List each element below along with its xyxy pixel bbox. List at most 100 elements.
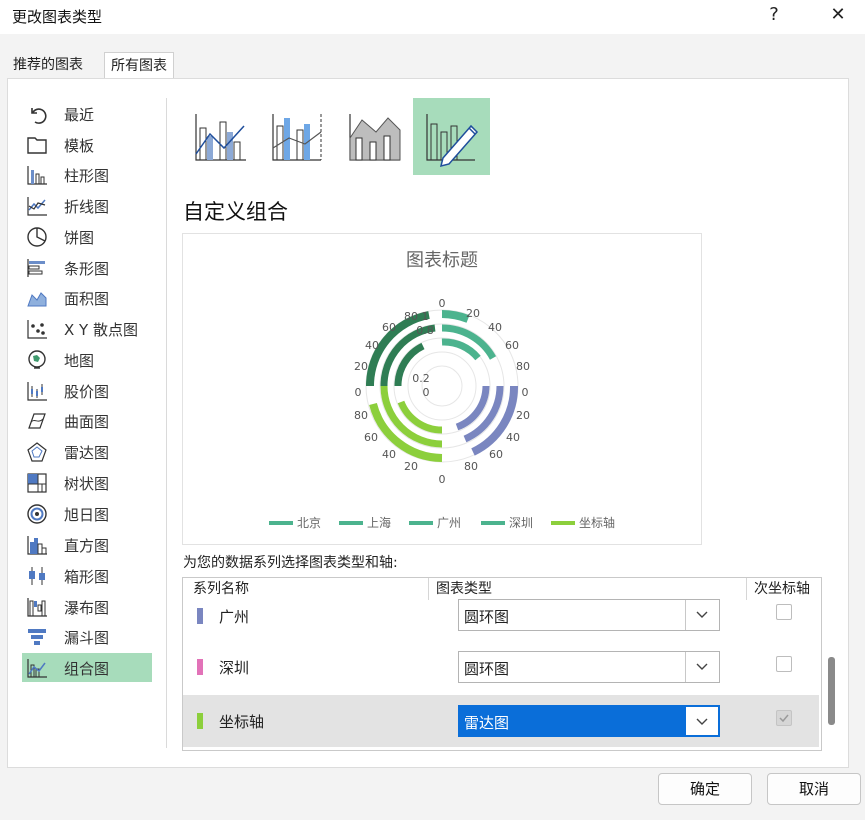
series-row-guangzhou[interactable]: 广州 圆环图 xyxy=(183,588,819,640)
category-bar[interactable]: 条形图 xyxy=(22,253,152,282)
category-box-whisker[interactable]: 箱形图 xyxy=(22,561,152,590)
chevron-down-icon[interactable] xyxy=(685,652,719,682)
category-label: 瀑布图 xyxy=(64,599,110,617)
category-radar[interactable]: 雷达图 xyxy=(22,437,152,466)
category-surface[interactable]: 曲面图 xyxy=(22,406,152,435)
clustered-column-line-icon xyxy=(195,114,246,161)
custom-combination-icon xyxy=(426,114,479,168)
radar-chart-icon xyxy=(27,442,47,462)
category-area[interactable]: 面积图 xyxy=(22,283,152,312)
chart-preview: 图表标题 0 20 40 60 80 0 20 40 60 80 0 20 40… xyxy=(182,233,702,545)
subtype-column-line-secondary[interactable] xyxy=(259,98,336,175)
chart-type-dropdown[interactable]: 圆环图 xyxy=(458,651,720,683)
category-label: 雷达图 xyxy=(64,444,110,462)
tick-label: 20 xyxy=(404,460,418,473)
series-name: 广州 xyxy=(219,608,250,626)
secondary-axis-checkbox[interactable] xyxy=(776,656,792,672)
category-templates[interactable]: 模板 xyxy=(22,130,152,159)
stock-chart-icon xyxy=(27,382,47,401)
help-button[interactable]: ? xyxy=(762,4,786,25)
legend-label: 上海 xyxy=(367,516,392,530)
checkmark-icon xyxy=(779,714,789,723)
subtype-clustered-column-line[interactable] xyxy=(182,98,259,175)
treemap-chart-icon xyxy=(27,473,47,493)
secondary-axis-checkbox[interactable] xyxy=(776,710,792,726)
dialog-title: 更改图表类型 xyxy=(12,8,103,26)
map-chart-icon xyxy=(28,350,46,369)
chevron-down-icon[interactable] xyxy=(685,706,719,736)
category-pie[interactable]: 饼图 xyxy=(22,222,152,251)
category-label: 饼图 xyxy=(64,229,95,247)
tick-label: 80 xyxy=(354,409,368,422)
category-sunburst[interactable]: 旭日图 xyxy=(22,499,152,528)
tick-label: 60 xyxy=(489,448,503,461)
legend-swatch xyxy=(481,521,505,525)
bar-chart-icon xyxy=(27,259,45,277)
category-histogram[interactable]: 直方图 xyxy=(22,530,152,559)
category-treemap[interactable]: 树状图 xyxy=(22,468,152,497)
category-stock[interactable]: 股价图 xyxy=(22,376,152,405)
scatter-chart-icon xyxy=(27,320,47,339)
tick-label: 80 xyxy=(516,360,530,373)
chart-legend: 北京 上海 广州 深圳 坐标轴 xyxy=(269,513,619,531)
ok-button[interactable]: 确定 xyxy=(658,773,752,805)
category-label: 模板 xyxy=(64,137,95,155)
chevron-down-icon[interactable] xyxy=(685,600,719,630)
series-color-swatch xyxy=(197,713,203,729)
category-column[interactable]: 柱形图 xyxy=(22,160,152,189)
chart-type-dropdown[interactable]: 雷达图 xyxy=(458,705,720,737)
surface-chart-icon xyxy=(28,413,46,429)
radar-axis-label: 0 xyxy=(423,386,430,399)
donut-segment-beijing-3 xyxy=(441,338,481,361)
section-title: 自定义组合 xyxy=(183,200,288,224)
category-label: 折线图 xyxy=(64,198,110,216)
category-map[interactable]: 地图 xyxy=(22,345,152,374)
category-label: 组合图 xyxy=(64,660,110,678)
legend-label: 坐标轴 xyxy=(579,516,616,530)
category-scatter[interactable]: X Y 散点图 xyxy=(22,314,152,343)
category-recent[interactable]: 最近 xyxy=(22,99,152,128)
chart-type-dropdown[interactable]: 圆环图 xyxy=(458,599,720,631)
cancel-button[interactable]: 取消 xyxy=(767,773,861,805)
tick-label: 0 xyxy=(355,386,362,399)
close-button[interactable]: ✕ xyxy=(826,4,850,25)
category-label: 最近 xyxy=(64,106,95,124)
radar-axis-label: 0.8 xyxy=(416,324,434,337)
tab-all-charts[interactable]: 所有图表 xyxy=(104,52,174,80)
tick-label: 0 xyxy=(439,297,446,310)
category-label: 柱形图 xyxy=(64,167,110,185)
legend-swatch xyxy=(409,521,433,525)
series-grid-scrollbar[interactable] xyxy=(828,657,835,725)
tick-label: 40 xyxy=(506,431,520,444)
category-label: X Y 散点图 xyxy=(64,321,138,339)
series-grid: 系列名称 图表类型 次坐标轴 广州 圆环图 深圳 圆环图 坐标轴 雷达图 xyxy=(182,577,822,751)
radar-axis-label: 1 xyxy=(422,310,429,323)
category-combo[interactable]: 组合图 xyxy=(22,653,152,682)
subtype-custom-combination[interactable] xyxy=(413,98,490,175)
tab-recommended-charts[interactable]: 推荐的图表 xyxy=(7,52,89,78)
radar-axis-label: 0.2 xyxy=(412,372,430,385)
category-funnel[interactable]: 漏斗图 xyxy=(22,622,152,651)
tick-label: 60 xyxy=(382,321,396,334)
recent-icon xyxy=(31,108,47,124)
legend-swatch xyxy=(269,521,293,525)
area-chart-icon xyxy=(27,292,47,307)
combo-chart-icon xyxy=(27,659,47,678)
secondary-axis-checkbox[interactable] xyxy=(776,604,792,620)
waterfall-chart-icon xyxy=(27,598,47,617)
series-name: 深圳 xyxy=(219,659,250,677)
subtype-area-column[interactable] xyxy=(336,98,413,175)
series-row-shenzhen[interactable]: 深圳 圆环图 xyxy=(183,641,819,693)
category-label: 股价图 xyxy=(64,383,110,401)
category-label: 地图 xyxy=(64,352,95,370)
template-folder-icon xyxy=(27,137,47,154)
series-row-axis[interactable]: 坐标轴 雷达图 xyxy=(183,695,819,747)
title-bar: 更改图表类型 ? ✕ xyxy=(0,0,865,34)
series-prompt: 为您的数据系列选择图表类型和轴: xyxy=(183,555,398,571)
category-label: 直方图 xyxy=(64,537,110,555)
tick-label: 20 xyxy=(516,409,530,422)
category-waterfall[interactable]: 瀑布图 xyxy=(22,592,152,621)
tick-label: 40 xyxy=(365,339,379,352)
category-line[interactable]: 折线图 xyxy=(22,191,152,220)
series-color-swatch xyxy=(197,659,203,675)
